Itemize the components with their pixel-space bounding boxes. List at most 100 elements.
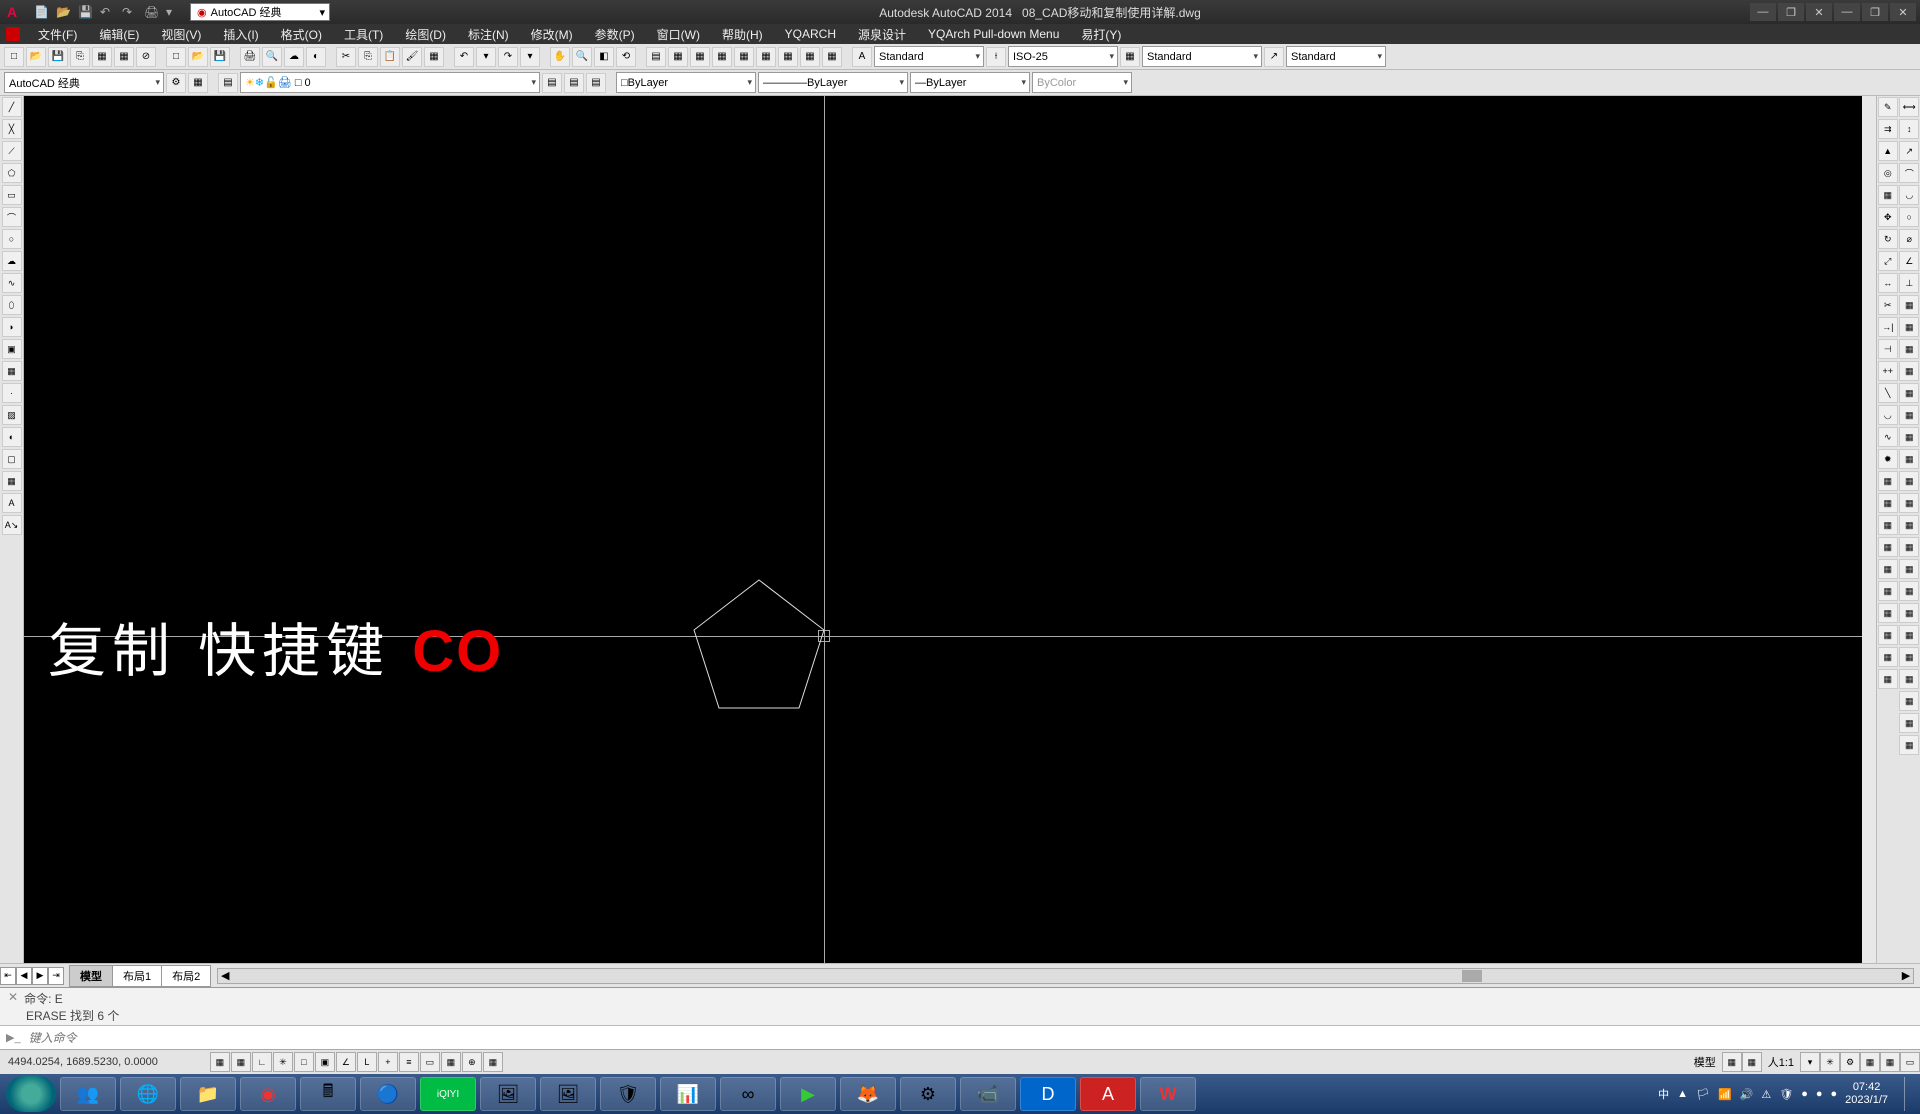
copy-tool[interactable]: ⇉: [1878, 119, 1898, 139]
tray-shield-icon[interactable]: 🛡: [1779, 1088, 1793, 1101]
copy-button[interactable]: ⎘: [358, 47, 378, 67]
show-desktop-button[interactable]: [1904, 1077, 1914, 1111]
plotstyle-select[interactable]: ByColor: [1032, 72, 1132, 93]
tab-first[interactable]: ⇤: [0, 967, 16, 985]
layer-select[interactable]: ☀❄🔓🖨 □ 0: [240, 72, 540, 93]
tb-btn[interactable]: ⊘: [136, 47, 156, 67]
taskbar-app[interactable]: 🛡: [600, 1077, 656, 1111]
tray-icon[interactable]: ●: [1816, 1088, 1823, 1100]
block-tool[interactable]: ▦: [2, 361, 22, 381]
layer-tool-icon[interactable]: ▤: [542, 73, 562, 93]
menu-parametric[interactable]: 参数(P): [585, 24, 645, 45]
tray-ime[interactable]: 中: [1658, 1086, 1669, 1102]
zoom-rt-button[interactable]: 🔍: [572, 47, 592, 67]
workspace-selector[interactable]: ◉ AutoCAD 经典 ▾: [190, 3, 330, 21]
array-tool[interactable]: ▦: [1878, 185, 1898, 205]
match-button[interactable]: 🖌: [402, 47, 422, 67]
dim-tool[interactable]: ↗: [1899, 141, 1919, 161]
menu-view[interactable]: 视图(V): [151, 24, 211, 45]
dim-tool[interactable]: ▦: [1899, 559, 1919, 579]
modify-tool[interactable]: ▦: [1878, 493, 1898, 513]
revcloud-tool[interactable]: ☁: [2, 251, 22, 271]
redo-button[interactable]: ↷: [498, 47, 518, 67]
tab-layout2[interactable]: 布局2: [161, 965, 211, 987]
save-icon[interactable]: 💾: [78, 5, 92, 19]
taskbar-app[interactable]: 📊: [660, 1077, 716, 1111]
workspace-select[interactable]: AutoCAD 经典: [4, 72, 164, 93]
scale-tool[interactable]: ⤢: [1878, 251, 1898, 271]
hscroll-thumb[interactable]: [1462, 970, 1482, 982]
taskbar-app[interactable]: D: [1020, 1077, 1076, 1111]
redo-icon[interactable]: ↷: [122, 5, 136, 19]
erase-tool[interactable]: ✎: [1878, 97, 1898, 117]
dim-tool[interactable]: ↕: [1899, 119, 1919, 139]
dim-tool[interactable]: ▦: [1899, 537, 1919, 557]
dim-tool[interactable]: ▦: [1899, 339, 1919, 359]
anno-scale[interactable]: 人1:1: [1762, 1054, 1800, 1070]
tb-btn[interactable]: ▦: [690, 47, 710, 67]
lineweight-select[interactable]: — ByLayer: [910, 72, 1030, 93]
tb-btn[interactable]: ◐: [306, 47, 326, 67]
tray-warn-icon[interactable]: ⚠: [1761, 1088, 1771, 1101]
ellipse-arc-tool[interactable]: ◗: [2, 317, 22, 337]
taskbar-app[interactable]: ∞: [720, 1077, 776, 1111]
menu-tools[interactable]: 工具(T): [334, 24, 393, 45]
dim-tool[interactable]: ▦: [1899, 471, 1919, 491]
qp-toggle[interactable]: ▦: [441, 1052, 461, 1072]
taskbar-app[interactable]: ◉: [240, 1077, 296, 1111]
ws-settings-icon[interactable]: ⚙: [166, 73, 186, 93]
dim-tool[interactable]: ▦: [1899, 581, 1919, 601]
tray-icon[interactable]: ●: [1831, 1088, 1838, 1100]
dim-tool[interactable]: ▦: [1899, 713, 1919, 733]
tray-icon[interactable]: ●: [1801, 1088, 1808, 1100]
menu-edit[interactable]: 编辑(E): [89, 24, 149, 45]
tb-btn[interactable]: 💾: [210, 47, 230, 67]
publish-button[interactable]: ☁: [284, 47, 304, 67]
tb-btn[interactable]: ▦: [756, 47, 776, 67]
rectangle-tool[interactable]: ▭: [2, 185, 22, 205]
tray-flag-icon[interactable]: 🏳: [1696, 1088, 1710, 1101]
gradient-tool[interactable]: ◐: [2, 427, 22, 447]
extend-tool[interactable]: →|: [1878, 317, 1898, 337]
menu-modify[interactable]: 修改(M): [521, 24, 583, 45]
dimstyle-icon[interactable]: ⟊: [986, 47, 1006, 67]
linetype-select[interactable]: ———— ByLayer: [758, 72, 908, 93]
modify-tool[interactable]: ▦: [1878, 559, 1898, 579]
dim-tool[interactable]: ▦: [1899, 449, 1919, 469]
menu-format[interactable]: 格式(O): [271, 24, 332, 45]
point-tool[interactable]: ·: [2, 383, 22, 403]
menu-window[interactable]: 窗口(W): [647, 24, 710, 45]
menu-yuanquan[interactable]: 源泉设计: [848, 24, 916, 45]
mleader-style-select[interactable]: Standard: [1286, 46, 1386, 67]
layer-prop-icon[interactable]: ▤: [218, 73, 238, 93]
restore-button[interactable]: ❐: [1778, 3, 1804, 21]
dim-tool[interactable]: ○: [1899, 207, 1919, 227]
ducs-toggle[interactable]: L: [357, 1052, 377, 1072]
dim-tool[interactable]: ⌀: [1899, 229, 1919, 249]
mleaderstyle-icon[interactable]: ↗: [1264, 47, 1284, 67]
status-btn[interactable]: ▭: [1900, 1052, 1920, 1072]
cut-button[interactable]: ✂: [336, 47, 356, 67]
hatch-tool[interactable]: ▨: [2, 405, 22, 425]
chamfer-tool[interactable]: ╲: [1878, 383, 1898, 403]
paste-button[interactable]: 📋: [380, 47, 400, 67]
plot-button[interactable]: 🖨: [240, 47, 260, 67]
status-btn[interactable]: ⚙: [1840, 1052, 1860, 1072]
dim-tool[interactable]: ▦: [1899, 603, 1919, 623]
taskbar-firefox[interactable]: 🦊: [840, 1077, 896, 1111]
drawing-canvas[interactable]: 复制 快捷键 CO: [24, 96, 1862, 963]
status-btn[interactable]: ▦: [1722, 1052, 1742, 1072]
status-btn[interactable]: ▦: [1860, 1052, 1880, 1072]
modify-tool[interactable]: ▦: [1878, 471, 1898, 491]
dim-tool[interactable]: ▦: [1899, 735, 1919, 755]
vertical-scrollbar[interactable]: [1862, 96, 1876, 963]
tray-up-icon[interactable]: ▲: [1677, 1088, 1688, 1100]
menu-help[interactable]: 帮助(H): [712, 24, 773, 45]
tb-dd[interactable]: ▾: [520, 47, 540, 67]
taskbar-calc[interactable]: 🖩: [300, 1077, 356, 1111]
join-tool[interactable]: ++: [1878, 361, 1898, 381]
menu-draw[interactable]: 绘图(D): [395, 24, 456, 45]
text-style-select[interactable]: Standard: [874, 46, 984, 67]
undo-icon[interactable]: ↶: [100, 5, 114, 19]
mirror-tool[interactable]: ▲: [1878, 141, 1898, 161]
